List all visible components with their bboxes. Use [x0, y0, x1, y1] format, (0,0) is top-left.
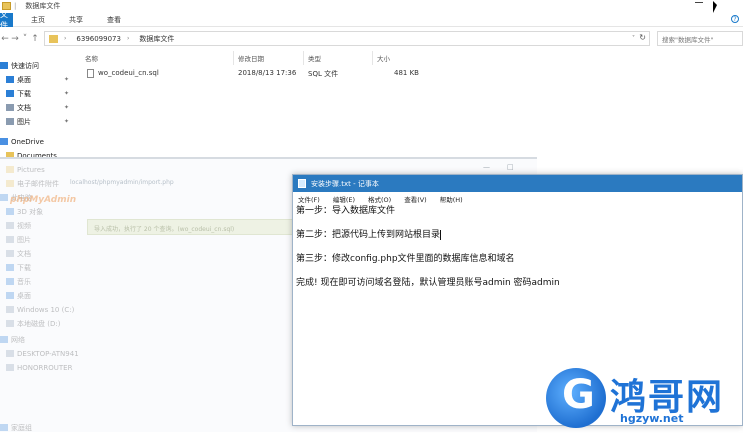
file-name: wo_codeui_cn.sql — [98, 69, 159, 77]
refresh-icon[interactable]: ↻ — [639, 33, 646, 42]
sidebar-item-label: 桌面 — [17, 75, 31, 84]
sidebar-item-label: 下载 — [17, 89, 31, 98]
pin-icon[interactable]: ✦ — [64, 90, 69, 97]
pin-icon[interactable]: ✦ — [64, 118, 69, 125]
sql-file-icon — [87, 69, 94, 78]
menu-format[interactable]: 格式(O) — [368, 194, 391, 204]
chevron-down-icon[interactable]: ˅ — [632, 35, 635, 42]
watermark: G 鸿哥网 hgzyw.net — [540, 362, 743, 432]
forward-arrow-icon[interactable]: → — [10, 34, 20, 44]
pictures-icon — [6, 118, 14, 125]
menu-help[interactable]: 帮助(H) — [440, 194, 463, 204]
column-divider[interactable] — [233, 51, 234, 65]
text-line: 完成! 现在即可访问域名登陆，默认管理员账号admin 密码admin — [296, 278, 560, 288]
sidebar-item-label: 图片 — [17, 117, 31, 126]
column-headers: 名称 修改日期 类型 大小 — [85, 51, 743, 65]
file-type: SQL 文件 — [308, 70, 339, 78]
tab-file[interactable]: 文件 — [0, 10, 13, 30]
notepad-icon — [298, 179, 306, 188]
pin-icon[interactable]: ✦ — [64, 104, 69, 111]
notepad-titlebar: 安装步骤.txt - 记事本 — [293, 175, 742, 192]
notepad-title: 安装步骤.txt - 记事本 — [311, 179, 379, 188]
chevron-right-icon[interactable]: › — [64, 35, 66, 42]
column-header-name[interactable]: 名称 — [85, 53, 98, 63]
text-line-content: 第二步：把源代码上传到网站根目录 — [296, 230, 441, 240]
address-input[interactable]: › 6396099073 › 数据库文件 ˅ ↻ — [44, 31, 650, 46]
file-modified: 2018/8/13 17:36 — [238, 69, 297, 77]
tab-home[interactable]: 主页 — [25, 15, 51, 25]
column-header-size[interactable]: 大小 — [377, 53, 390, 63]
folder-icon — [49, 34, 58, 43]
desktop-icon — [6, 76, 14, 83]
sidebar-item[interactable]: OneDrive — [0, 136, 44, 147]
menu-file[interactable]: 文件(F) — [298, 194, 320, 204]
window-title: 数据库文件 — [25, 2, 61, 10]
tab-view[interactable]: 查看 — [101, 15, 127, 25]
file-row[interactable]: wo_codeui_cn.sql 2018/8/13 17:36 SQL 文件 … — [85, 69, 445, 81]
maximize-icon[interactable]: □ — [507, 163, 514, 171]
mouse-cursor-icon — [713, 1, 717, 13]
sidebar-item-label: OneDrive — [11, 137, 44, 146]
watermark-g-glyph: G — [562, 372, 595, 418]
download-icon — [6, 90, 14, 97]
text-line: 第三步：修改config.php文件里面的数据库信息和域名 — [296, 254, 515, 264]
breadcrumb-item[interactable]: 6396099073 — [76, 35, 121, 43]
pin-icon[interactable]: ✦ — [64, 76, 69, 83]
recent-dropdown-icon[interactable]: ˅ — [20, 34, 30, 44]
up-arrow-icon[interactable]: ↑ — [30, 34, 40, 44]
explorer-titlebar: | 数据库文件 — [0, 0, 743, 12]
minimize-icon[interactable] — [695, 2, 703, 3]
help-icon[interactable]: ? — [731, 15, 739, 23]
search-placeholder: 搜索"数据库文件" — [662, 35, 714, 44]
phpmyadmin-logo: phpMyAdmin — [10, 195, 77, 205]
sidebar-item[interactable]: 快速访问 — [0, 60, 39, 71]
sidebar-item[interactable]: 桌面 — [6, 74, 31, 85]
sidebar-item[interactable]: 图片 — [6, 116, 31, 127]
star-icon — [0, 62, 8, 69]
sidebar-item-label: 快速访问 — [11, 61, 39, 70]
watermark-url: hgzyw.net — [620, 412, 684, 425]
notepad-menubar: 文件(F) 编辑(E) 格式(O) 查看(V) 帮助(H) — [293, 193, 742, 204]
sidebar-item-label: 文档 — [17, 103, 31, 112]
search-input[interactable]: 搜索"数据库文件" — [657, 31, 743, 46]
sidebar-item[interactable]: 文档 — [6, 102, 31, 113]
sidebar-item[interactable]: 下载 — [6, 88, 31, 99]
breadcrumb-item[interactable]: 数据库文件 — [139, 34, 174, 44]
column-divider[interactable] — [372, 51, 373, 65]
document-icon — [6, 104, 14, 111]
quick-access-toolbar-separator: | — [14, 2, 17, 10]
ribbon-tabs: 文件 主页 共享 查看 ? — [0, 10, 743, 30]
column-header-type[interactable]: 类型 — [308, 53, 321, 63]
file-size: 481 KB — [394, 69, 419, 77]
minimize-icon[interactable]: — — [483, 163, 490, 171]
column-divider[interactable] — [303, 51, 304, 65]
tab-share[interactable]: 共享 — [63, 15, 89, 25]
chevron-right-icon[interactable]: › — [127, 35, 129, 42]
address-bar-row: ← → ˅ ↑ › 6396099073 › 数据库文件 ˅ ↻ 搜索"数据库文… — [0, 31, 743, 46]
menu-view[interactable]: 查看(V) — [404, 194, 427, 204]
menu-edit[interactable]: 编辑(E) — [333, 194, 355, 204]
text-caret — [440, 229, 442, 240]
import-success-text: 导入成功，执行了 20 个查询。(wo_codeui_cn.sql) — [94, 226, 235, 233]
column-header-modified[interactable]: 修改日期 — [238, 53, 264, 63]
back-arrow-icon[interactable]: ← — [0, 34, 10, 44]
text-line: 第一步：导入数据库文件 — [296, 206, 396, 216]
text-line: 第二步：把源代码上传到网站根目录 — [296, 229, 442, 241]
cloud-icon — [0, 138, 8, 145]
